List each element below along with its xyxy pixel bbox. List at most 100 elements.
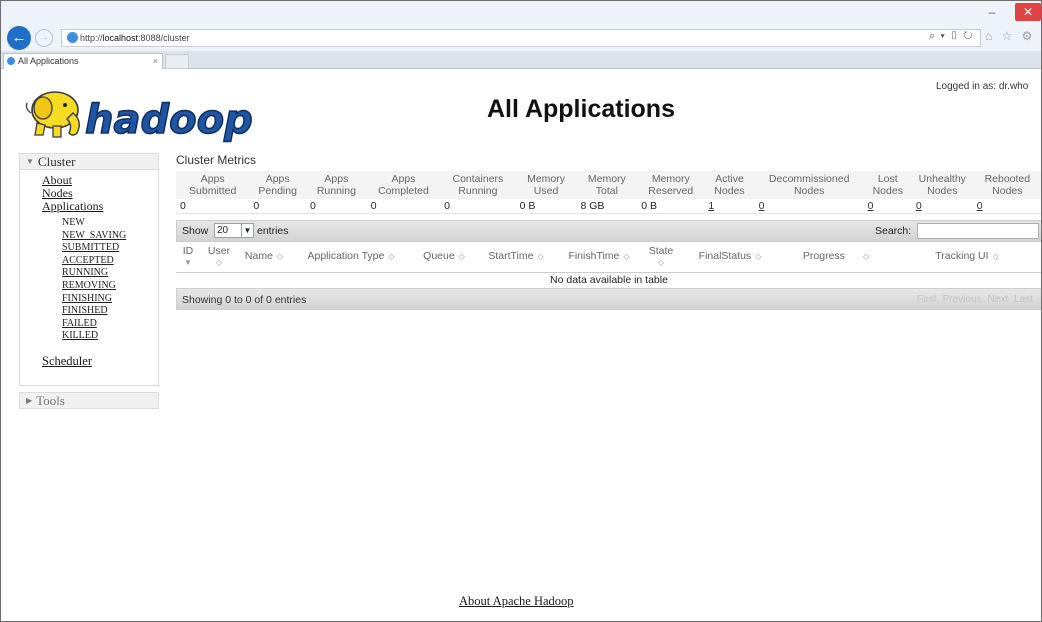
sort-icon: ◇	[537, 252, 544, 262]
sidebar-state-removing[interactable]: REMOVING	[42, 280, 158, 293]
sidebar-state-submitted[interactable]: SUBMITTED	[42, 242, 158, 255]
column-header-name[interactable]: Name ◇	[238, 242, 290, 273]
chevron-down-icon: ▼	[241, 224, 253, 237]
tab-bar: All Applications ×	[1, 51, 1041, 69]
metric-header: Memory Reserved	[637, 171, 705, 199]
forward-button[interactable]: →	[35, 29, 53, 47]
metric-header: Apps Pending	[249, 171, 306, 199]
lost-nodes-link[interactable]: 0	[868, 200, 874, 212]
minimize-button[interactable]: –	[983, 3, 1001, 21]
new-tab-button[interactable]	[165, 54, 189, 69]
metric-header: Rebooted Nodes	[972, 171, 1041, 199]
sidebar-section-cluster[interactable]: ▼ Cluster	[19, 153, 159, 170]
pager-previous[interactable]: Previous	[943, 294, 982, 305]
column-header-user[interactable]: User ◇	[200, 242, 238, 273]
sort-icon: ◇	[657, 257, 665, 267]
sidebar-state-running[interactable]: RUNNING	[42, 267, 158, 280]
metric-apps-pending: 0	[249, 199, 306, 214]
showing-info: Showing 0 to 0 of 0 entries	[182, 294, 307, 306]
decommissioned-nodes-link[interactable]: 0	[759, 200, 765, 212]
hadoop-logo: hadoop	[25, 91, 253, 144]
sidebar-section-label: Cluster	[37, 154, 76, 169]
sort-icon: ◇	[276, 252, 284, 262]
address-bar[interactable]: http://localhost:8088/cluster	[61, 29, 981, 47]
elephant-icon	[25, 91, 80, 138]
active-nodes-link[interactable]: 1	[708, 200, 714, 212]
metric-header: Containers Running	[440, 171, 516, 199]
metric-header: Active Nodes	[704, 171, 755, 199]
column-header-progress[interactable]: Progress ◇	[780, 242, 892, 273]
url-host: localhost	[102, 33, 139, 43]
table-footer: Showing 0 to 0 of 0 entries First Previou…	[176, 288, 1041, 310]
site-icon	[67, 32, 78, 43]
logo-wordmark: hadoop	[85, 97, 253, 143]
entries-select[interactable]: 20 ▼	[214, 223, 254, 238]
column-header-id[interactable]: ID ▼	[176, 242, 200, 273]
sidebar-section-tools[interactable]: ▶ Tools	[19, 392, 159, 409]
sidebar-state-accepted[interactable]: ACCEPTED	[42, 255, 158, 268]
sidebar-link-applications[interactable]: Applications	[42, 200, 158, 213]
pager-next[interactable]: Next	[988, 294, 1009, 305]
column-header-tracking-ui[interactable]: Tracking UI ◇	[892, 242, 1041, 273]
table-controls: Show 20 ▼ entries Search:	[176, 220, 1041, 242]
tab-all-applications[interactable]: All Applications ×	[3, 53, 163, 69]
pager-last[interactable]: Last	[1014, 294, 1033, 305]
sort-icon: ◇	[215, 257, 223, 267]
search-input[interactable]	[917, 223, 1039, 239]
cluster-menu: About Nodes Applications NEW NEW_SAVING …	[19, 170, 159, 386]
home-favorites-settings-icons[interactable]: ⌂ ☆ ⚙	[985, 29, 1035, 43]
metrics-value-row: 0 0 0 0 0 0 B 8 GB 0 B 1 0 0 0 0	[176, 199, 1041, 214]
entries-label: entries	[257, 225, 289, 237]
show-label: Show	[182, 225, 209, 237]
address-tools-icons[interactable]: ⌕ ▾ ▯ ↻	[929, 30, 974, 43]
table-row: No data available in table	[176, 272, 1041, 288]
metric-memory-reserved: 0 B	[637, 199, 705, 214]
column-header-start-time[interactable]: StartTime ◇	[476, 242, 556, 273]
search-label: Search:	[875, 225, 912, 237]
back-button[interactable]: ←	[7, 26, 31, 50]
pager-first[interactable]: First	[917, 294, 936, 305]
column-header-application-type[interactable]: Application Type ◇	[290, 242, 412, 273]
expand-arrow-icon: ▼	[26, 157, 34, 166]
tab-title: All Applications	[18, 56, 79, 66]
sort-icon: ◇	[623, 252, 630, 262]
metric-rebooted-nodes[interactable]: 0	[972, 199, 1041, 214]
sort-icon: ◇	[388, 252, 395, 262]
sidebar-state-finishing[interactable]: FINISHING	[42, 293, 158, 306]
login-info: Logged in as: dr.who	[936, 81, 1029, 92]
metric-decommissioned-nodes[interactable]: 0	[754, 199, 864, 214]
sort-desc-icon: ▼	[184, 257, 192, 267]
sidebar-state-killed[interactable]: KILLED	[42, 330, 158, 343]
sidebar: ▼ Cluster About Nodes Applications NEW NE…	[19, 153, 159, 409]
column-header-finish-time[interactable]: FinishTime ◇	[556, 242, 642, 273]
collapse-arrow-icon: ▶	[26, 396, 33, 405]
column-header-final-status[interactable]: FinalStatus ◇	[680, 242, 780, 273]
sidebar-state-failed[interactable]: FAILED	[42, 318, 158, 331]
about-apache-hadoop-link[interactable]: About Apache Hadoop	[459, 594, 574, 609]
metric-header: Unhealthy Nodes	[911, 171, 973, 199]
title-bar: – ✕	[1, 1, 1041, 25]
metric-header: Lost Nodes	[863, 171, 912, 199]
unhealthy-nodes-link[interactable]: 0	[916, 200, 922, 212]
applications-table: ID ▼ User ◇ Name ◇ Application Type ◇ Queue ◇…	[176, 242, 1041, 288]
sidebar-state-finished[interactable]: FINISHED	[42, 305, 158, 318]
metric-active-nodes[interactable]: 1	[704, 199, 755, 214]
empty-table-message: No data available in table	[550, 274, 668, 287]
sidebar-state-new[interactable]: NEW	[42, 217, 158, 230]
column-header-queue[interactable]: Queue ◇	[412, 242, 476, 273]
rebooted-nodes-link[interactable]: 0	[977, 200, 983, 212]
sort-icon: ◇	[458, 252, 465, 262]
column-header-state[interactable]: State ◇	[642, 242, 680, 273]
tab-close-icon[interactable]: ×	[153, 54, 158, 68]
metric-memory-total: 8 GB	[576, 199, 638, 214]
sort-icon: ◇	[862, 252, 870, 262]
url-prefix: http://	[80, 33, 103, 43]
sort-icon: ◇	[992, 252, 999, 262]
metric-unhealthy-nodes[interactable]: 0	[911, 199, 973, 214]
applications-header-row: ID ▼ User ◇ Name ◇ Application Type ◇ Queue ◇…	[176, 242, 1041, 273]
close-window-button[interactable]: ✕	[1015, 3, 1041, 21]
sidebar-link-scheduler[interactable]: Scheduler	[42, 354, 158, 368]
metric-lost-nodes[interactable]: 0	[863, 199, 912, 214]
metric-header: Memory Used	[515, 171, 577, 199]
sidebar-state-new-saving[interactable]: NEW_SAVING	[42, 230, 158, 243]
